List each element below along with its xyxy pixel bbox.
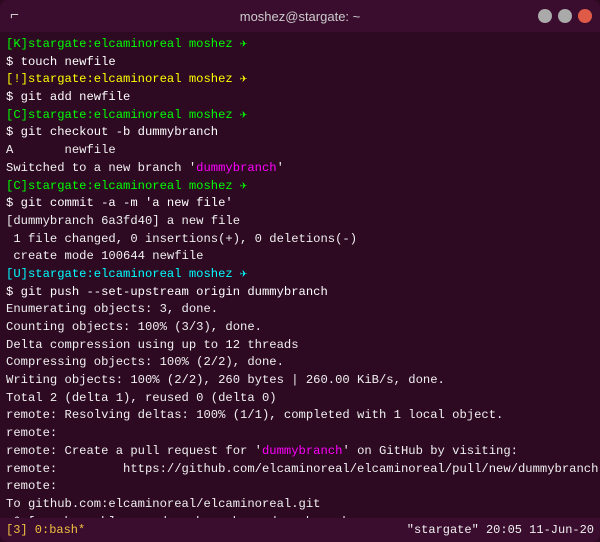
window-title: moshez@stargate: ~ — [240, 9, 361, 24]
line-9: [C]stargate:elcaminoreal moshez ✈ — [6, 178, 594, 196]
line-20: Writing objects: 100% (2/2), 260 bytes |… — [6, 372, 594, 390]
line-15: $ git push --set-upstream origin dummybr… — [6, 284, 594, 302]
line-16: Enumerating objects: 3, done. — [6, 301, 594, 319]
terminal-body[interactable]: [K]stargate:elcaminoreal moshez ✈ $ touc… — [0, 32, 600, 518]
line-14: [U]stargate:elcaminoreal moshez ✈ — [6, 266, 594, 284]
statusbar: [3] 0:bash* "stargate" 20:05 11-Jun-20 — [0, 518, 600, 542]
line-25: remote: https://github.com/elcaminoreal/… — [6, 461, 594, 479]
status-right: "stargate" 20:05 11-Jun-20 — [407, 523, 594, 537]
line-23: remote: — [6, 425, 594, 443]
minimize-button[interactable] — [538, 9, 552, 23]
line-11: [dummybranch 6a3fd40] a new file — [6, 213, 594, 231]
line-27: To github.com:elcaminoreal/elcaminoreal.… — [6, 496, 594, 514]
terminal-window: ⌐ moshez@stargate: ~ [K]stargate:elcamin… — [0, 0, 600, 542]
line-22: remote: Resolving deltas: 100% (1/1), co… — [6, 407, 594, 425]
line-4: $ git add newfile — [6, 89, 594, 107]
line-3: [!]stargate:elcaminoreal moshez ✈ — [6, 71, 594, 89]
terminal-icon: ⌐ — [10, 8, 19, 25]
window-controls — [538, 9, 592, 23]
line-7: A newfile — [6, 142, 594, 160]
line-5: [C]stargate:elcaminoreal moshez ✈ — [6, 107, 594, 125]
line-2: $ touch newfile — [6, 54, 594, 72]
line-18: Delta compression using up to 12 threads — [6, 337, 594, 355]
line-26: remote: — [6, 478, 594, 496]
status-left: [3] 0:bash* — [6, 523, 85, 537]
line-24: remote: Create a pull request for 'dummy… — [6, 443, 594, 461]
line-17: Counting objects: 100% (3/3), done. — [6, 319, 594, 337]
line-10: $ git commit -a -m 'a new file' — [6, 195, 594, 213]
close-button[interactable] — [578, 9, 592, 23]
line-21: Total 2 (delta 1), reused 0 (delta 0) — [6, 390, 594, 408]
line-13: create mode 100644 newfile — [6, 248, 594, 266]
line-8: Switched to a new branch 'dummybranch' — [6, 160, 594, 178]
line-1: [K]stargate:elcaminoreal moshez ✈ — [6, 36, 594, 54]
line-6: $ git checkout -b dummybranch — [6, 124, 594, 142]
line-19: Compressing objects: 100% (2/2), done. — [6, 354, 594, 372]
titlebar: ⌐ moshez@stargate: ~ — [0, 0, 600, 32]
line-12: 1 file changed, 0 insertions(+), 0 delet… — [6, 231, 594, 249]
maximize-button[interactable] — [558, 9, 572, 23]
